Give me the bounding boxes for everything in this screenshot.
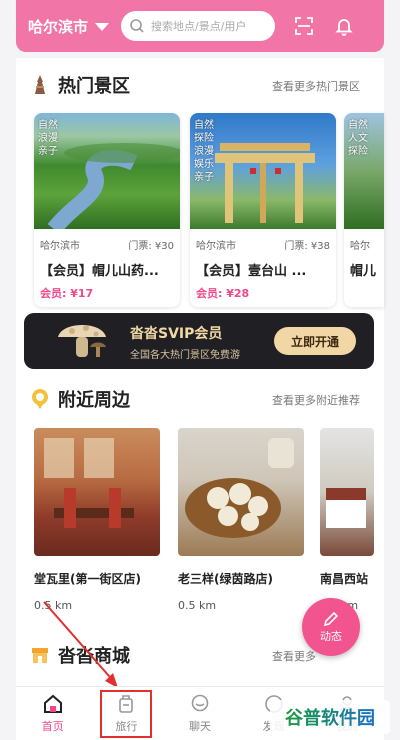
scenic-card[interactable]: 自然 人文 探险 哈尔 帽儿 — [344, 113, 384, 307]
nearby-distance: 0.5 km — [34, 599, 73, 612]
top-header: 哈尔滨市 搜索地点/景点/用户 — [16, 0, 384, 52]
scenic-tags: 自然 探险 浪漫 娱乐 亲子 — [194, 120, 214, 183]
moments-button[interactable]: 动态 — [302, 598, 360, 656]
scenic-name: 【会员】帽儿山药... — [40, 264, 159, 279]
nearby-name: 南昌西站 — [320, 572, 369, 586]
ticket-price: 门票: ¥38 — [284, 241, 330, 252]
location-pin-icon — [32, 389, 48, 409]
mushroom-icon — [58, 325, 106, 357]
scenic-photo: 自然 浪漫 亲子 — [34, 113, 180, 229]
svip-title: 沓沓SVIP会员 — [130, 326, 223, 342]
tab-chat[interactable]: 聊天 — [163, 687, 237, 740]
tab-label: 聊天 — [188, 720, 211, 733]
hot-section-header: 热门景区 — [30, 72, 130, 98]
scenic-tags: 自然 浪漫 亲子 — [38, 120, 58, 157]
scenic-city: 哈尔滨市 — [196, 241, 236, 252]
hotel-photo — [320, 428, 374, 556]
nearby-name: 老三样(绿茵路店) — [178, 572, 273, 586]
scenic-city: 哈尔滨市 — [40, 241, 80, 252]
scenic-name: 【会员】壹台山 ... — [196, 264, 307, 279]
nearby-section-title: 附近周边 — [58, 390, 130, 411]
shop-icon — [32, 648, 48, 663]
search-placeholder: 搜索地点/景点/用户 — [151, 20, 247, 33]
bell-icon[interactable] — [333, 15, 355, 37]
caret-down-icon — [95, 23, 110, 31]
nearby-more-link[interactable]: 查看更多附近推荐 — [272, 392, 360, 408]
svip-subtitle: 全国各大热门景区免费游 — [130, 350, 240, 361]
scenic-photo: 自然 人文 探险 — [344, 113, 384, 229]
search-icon — [130, 19, 144, 33]
chat-icon — [191, 694, 209, 712]
tab-label: 首页 — [41, 720, 64, 733]
restaurant-photo — [34, 428, 160, 556]
scenic-photo: 自然 探险 浪漫 娱乐 亲子 — [190, 113, 336, 229]
hot-section-title: 热门景区 — [58, 76, 130, 97]
mall-section-header: 沓沓商城 — [30, 642, 130, 668]
nearby-name: 堂瓦里(第一街区店) — [34, 572, 141, 586]
annotation-highlight-box — [100, 690, 152, 738]
scenic-card[interactable]: 自然 浪漫 亲子 哈尔滨市 门票: ¥30 【会员】帽儿山药... 会员: ¥17 — [34, 113, 180, 307]
tab-home[interactable]: 首页 — [16, 687, 90, 740]
scenic-tags: 自然 人文 探险 — [348, 120, 368, 157]
open-membership-button[interactable]: 立即开通 — [274, 327, 356, 355]
watermark: 谷普软件园 — [270, 700, 390, 734]
scenic-name: 帽儿 — [350, 264, 377, 279]
scenic-city: 哈尔 — [350, 241, 370, 252]
moments-label: 动态 — [320, 630, 342, 643]
hot-more-link[interactable]: 查看更多热门景区 — [272, 78, 360, 94]
home-icon — [43, 694, 62, 713]
search-input[interactable]: 搜索地点/景点/用户 — [121, 11, 276, 41]
nearby-section-header: 附近周边 — [30, 386, 130, 412]
city-selector[interactable]: 哈尔滨市 — [28, 16, 110, 37]
svip-banner[interactable]: 沓沓SVIP会员 全国各大热门景区免费游 立即开通 — [24, 313, 374, 369]
nearby-item[interactable]: 堂瓦里(第一街区店) 0.5 km — [34, 428, 160, 618]
mall-more-link[interactable]: 查看更多 — [272, 648, 316, 664]
pencil-icon — [323, 611, 339, 627]
mall-section-title: 沓沓商城 — [58, 646, 130, 667]
nearby-item[interactable]: 老三样(绿茵路店) 0.5 km — [178, 428, 304, 618]
nearby-item[interactable]: 南昌西站 9.7 km — [320, 428, 374, 618]
scan-icon[interactable] — [293, 15, 315, 37]
member-price: 会员: ¥28 — [196, 287, 250, 300]
scenic-card[interactable]: 自然 探险 浪漫 娱乐 亲子 哈尔滨市 门票: ¥38 【会员】壹台山 ... 会员: ¥… — [190, 113, 336, 307]
member-price: 会员: ¥17 — [40, 287, 94, 300]
tower-icon — [35, 75, 45, 94]
restaurant-photo — [178, 428, 304, 556]
city-label: 哈尔滨市 — [28, 17, 89, 36]
nearby-distance: 0.5 km — [178, 599, 217, 612]
ticket-price: 门票: ¥30 — [128, 241, 174, 252]
